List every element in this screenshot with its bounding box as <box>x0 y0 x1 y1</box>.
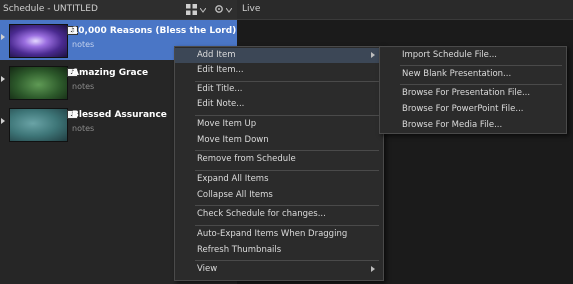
menu-item-move-down[interactable]: Move Item Down <box>175 133 383 148</box>
item-title: 10,000 Reasons (Bless the Lord) <box>72 26 237 36</box>
menu-item-collapse-all[interactable]: Collapse All Items <box>175 188 383 203</box>
add-item-submenu: Import Schedule File... New Blank Presen… <box>379 46 567 134</box>
menu-item-label: Collapse All Items <box>197 190 273 200</box>
submenu-item-browse-powerpoint[interactable]: Browse For PowerPoint File... <box>380 102 566 117</box>
menu-item-edit-item[interactable]: Edit Item... <box>175 63 383 78</box>
menu-item-edit-note[interactable]: Edit Note... <box>175 97 383 112</box>
menu-separator <box>195 150 379 151</box>
item-title: Amazing Grace <box>72 68 149 78</box>
schedule-header: Schedule - UNTITLED <box>0 0 237 20</box>
expand-arrow-icon[interactable] <box>1 34 5 40</box>
menu-separator <box>195 170 379 171</box>
menu-item-label: Browse For Presentation File... <box>402 88 531 98</box>
menu-item-label: Check Schedule for changes... <box>197 209 326 219</box>
slide-thumbnail: ♫ <box>9 66 78 100</box>
menu-item-refresh-thumbnails[interactable]: Refresh Thumbnails <box>175 243 383 258</box>
menu-item-expand-all[interactable]: Expand All Items <box>175 172 383 187</box>
menu-item-label: Remove from Schedule <box>197 154 296 164</box>
menu-item-label: Import Schedule File... <box>402 50 498 60</box>
gear-icon[interactable] <box>214 4 224 15</box>
submenu-arrow-icon <box>371 52 375 58</box>
menu-item-check-schedule[interactable]: Check Schedule for changes... <box>175 207 383 222</box>
live-header: Live <box>237 0 573 20</box>
live-title: Live <box>242 4 261 14</box>
menu-item-label: Refresh Thumbnails <box>197 245 282 255</box>
menu-separator <box>195 205 379 206</box>
slide-thumbnail: ♫ <box>9 108 78 142</box>
menu-separator <box>400 84 562 85</box>
menu-item-label: Browse For PowerPoint File... <box>402 104 524 114</box>
submenu-item-new-blank-presentation[interactable]: New Blank Presentation... <box>380 67 566 82</box>
menu-item-label: New Blank Presentation... <box>402 69 512 79</box>
menu-item-add-item[interactable]: Add Item <box>175 48 383 63</box>
chevron-down-icon[interactable] <box>199 6 207 17</box>
menu-item-view[interactable]: View <box>175 262 383 277</box>
menu-separator <box>400 65 562 66</box>
menu-item-label: Move Item Down <box>197 135 269 145</box>
slide-thumbnail: ♫ <box>9 24 78 58</box>
expand-arrow-icon[interactable] <box>1 76 5 82</box>
menu-item-edit-title[interactable]: Edit Title... <box>175 82 383 97</box>
menu-item-label: Edit Item... <box>197 65 244 75</box>
submenu-arrow-icon <box>371 266 375 272</box>
grid-view-icon[interactable] <box>186 4 197 15</box>
menu-item-label: Auto-Expand Items When Dragging <box>197 229 348 239</box>
menu-separator <box>195 260 379 261</box>
menu-item-label: Move Item Up <box>197 119 257 129</box>
submenu-item-browse-media[interactable]: Browse For Media File... <box>380 118 566 133</box>
menu-item-label: Edit Note... <box>197 99 245 109</box>
menu-separator <box>195 115 379 116</box>
menu-item-label: Edit Title... <box>197 84 243 94</box>
menu-item-label: Add Item <box>197 50 236 60</box>
menu-item-label: Browse For Media File... <box>402 120 503 130</box>
menu-item-label: Expand All Items <box>197 174 269 184</box>
schedule-title: Schedule - UNTITLED <box>3 4 98 14</box>
expand-arrow-icon[interactable] <box>1 118 5 124</box>
menu-item-move-up[interactable]: Move Item Up <box>175 117 383 132</box>
context-menu: Add Item Edit Item... Edit Title... Edit… <box>174 46 384 281</box>
item-title: Blessed Assurance <box>72 110 167 120</box>
submenu-item-import-schedule[interactable]: Import Schedule File... <box>380 48 566 63</box>
menu-item-remove[interactable]: Remove from Schedule <box>175 152 383 167</box>
menu-separator <box>195 225 379 226</box>
submenu-item-browse-presentation[interactable]: Browse For Presentation File... <box>380 86 566 101</box>
gear-chevron-down-icon[interactable] <box>225 6 233 17</box>
item-notes[interactable]: notes <box>72 40 94 49</box>
menu-item-auto-expand[interactable]: Auto-Expand Items When Dragging <box>175 227 383 242</box>
menu-item-label: View <box>197 264 218 274</box>
item-notes[interactable]: notes <box>72 82 94 91</box>
app-window: Schedule - UNTITLED ♫ 10,000 Reasons (Bl… <box>0 0 573 284</box>
item-notes[interactable]: notes <box>72 124 94 133</box>
